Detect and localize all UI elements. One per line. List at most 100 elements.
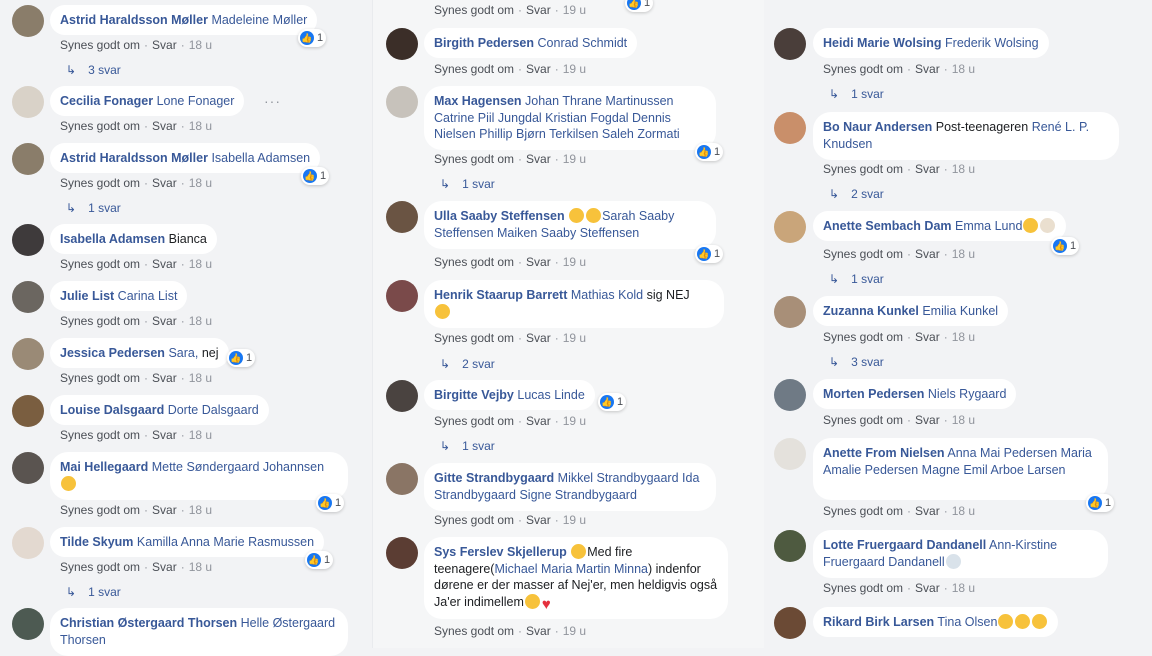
- like-link[interactable]: Synes godt om: [434, 414, 514, 428]
- comment-author[interactable]: Max Hagensen: [434, 94, 522, 108]
- avatar[interactable]: [774, 28, 806, 60]
- comment-author[interactable]: Zuzanna Kunkel: [823, 304, 919, 318]
- reaction-count[interactable]: 👍 1: [1086, 494, 1115, 512]
- like-link[interactable]: Synes godt om: [823, 330, 903, 344]
- comment-author[interactable]: Heidi Marie Wolsing: [823, 36, 942, 50]
- avatar[interactable]: [12, 608, 44, 640]
- comment-author[interactable]: Anette Sembach Dam: [823, 219, 952, 233]
- comment-author[interactable]: Anette From Nielsen: [823, 446, 945, 460]
- tagged-user[interactable]: Conrad Schmidt: [538, 36, 628, 50]
- avatar[interactable]: [774, 296, 806, 328]
- like-link[interactable]: Synes godt om: [60, 119, 140, 133]
- timestamp[interactable]: 18 u: [952, 62, 975, 76]
- tagged-user[interactable]: Kamilla Anna Marie Rasmussen: [137, 535, 314, 549]
- reply-link[interactable]: Svar: [915, 247, 940, 261]
- more-options-icon[interactable]: ···: [264, 93, 281, 109]
- view-replies-link[interactable]: ↳ 1 svar: [440, 177, 495, 191]
- comment-author[interactable]: Lotte Fruergaard Dandanell: [823, 538, 986, 552]
- tagged-user[interactable]: Lucas Linde: [517, 388, 584, 402]
- like-link[interactable]: Synes godt om: [434, 624, 514, 638]
- view-replies-link[interactable]: ↳ 3 svar: [829, 355, 884, 369]
- timestamp[interactable]: 18 u: [952, 247, 975, 261]
- reaction-count[interactable]: 👍 1: [305, 551, 334, 569]
- like-link[interactable]: Synes godt om: [434, 513, 514, 527]
- timestamp[interactable]: 19 u: [563, 624, 586, 638]
- avatar[interactable]: [12, 527, 44, 559]
- like-link[interactable]: Synes godt om: [60, 371, 140, 385]
- reply-link[interactable]: Svar: [526, 414, 551, 428]
- tagged-user[interactable]: Lone Fonager: [157, 94, 235, 108]
- reply-link[interactable]: Svar: [152, 119, 177, 133]
- reply-link[interactable]: Svar: [526, 3, 551, 17]
- avatar[interactable]: [386, 201, 418, 233]
- timestamp[interactable]: 19 u: [563, 513, 586, 527]
- comment-author[interactable]: Gitte Strandbygaard: [434, 471, 554, 485]
- timestamp[interactable]: 18 u: [952, 162, 975, 176]
- timestamp[interactable]: 19 u: [563, 331, 586, 345]
- avatar[interactable]: [774, 607, 806, 639]
- timestamp[interactable]: 18 u: [189, 371, 212, 385]
- tagged-user[interactable]: Carina List: [118, 289, 178, 303]
- like-link[interactable]: Synes godt om: [60, 314, 140, 328]
- comment-author[interactable]: Tilde Skyum: [60, 535, 133, 549]
- like-link[interactable]: Synes godt om: [823, 413, 903, 427]
- comment-author[interactable]: Christian Østergaard Thorsen: [60, 616, 237, 630]
- avatar[interactable]: [386, 380, 418, 412]
- reply-link[interactable]: Svar: [526, 331, 551, 345]
- reaction-count[interactable]: 👍 1: [625, 0, 654, 12]
- tagged-user[interactable]: Frederik Wolsing: [945, 36, 1039, 50]
- view-replies-link[interactable]: ↳ 1 svar: [66, 201, 121, 215]
- avatar[interactable]: [774, 211, 806, 243]
- avatar[interactable]: [386, 28, 418, 60]
- like-link[interactable]: Synes godt om: [434, 152, 514, 166]
- reply-link[interactable]: Svar: [915, 162, 940, 176]
- like-link[interactable]: Synes godt om: [434, 3, 514, 17]
- avatar[interactable]: [12, 224, 44, 256]
- timestamp[interactable]: 19 u: [563, 255, 586, 269]
- comment-author[interactable]: Morten Pedersen: [823, 387, 924, 401]
- view-replies-link[interactable]: ↳ 1 svar: [829, 272, 884, 286]
- timestamp[interactable]: 18 u: [189, 119, 212, 133]
- reply-link[interactable]: Svar: [526, 624, 551, 638]
- reply-link[interactable]: Svar: [915, 413, 940, 427]
- view-replies-link[interactable]: ↳ 3 svar: [66, 63, 121, 77]
- timestamp[interactable]: 19 u: [563, 62, 586, 76]
- avatar[interactable]: [774, 379, 806, 411]
- reaction-count[interactable]: 👍 1: [1051, 237, 1080, 255]
- timestamp[interactable]: 19 u: [563, 3, 586, 17]
- view-replies-link[interactable]: ↳ 1 svar: [829, 87, 884, 101]
- reply-link[interactable]: Svar: [915, 330, 940, 344]
- like-link[interactable]: Synes godt om: [60, 257, 140, 271]
- comment-author[interactable]: Cecilia Fonager: [60, 94, 153, 108]
- like-link[interactable]: Synes godt om: [60, 503, 140, 517]
- tagged-user[interactable]: Sara,: [168, 346, 198, 360]
- avatar[interactable]: [386, 537, 418, 569]
- timestamp[interactable]: 18 u: [189, 176, 212, 190]
- avatar[interactable]: [12, 86, 44, 118]
- like-link[interactable]: Synes godt om: [823, 62, 903, 76]
- timestamp[interactable]: 18 u: [952, 504, 975, 518]
- comment-author[interactable]: Jessica Pedersen: [60, 346, 165, 360]
- timestamp[interactable]: 18 u: [189, 428, 212, 442]
- timestamp[interactable]: 18 u: [952, 413, 975, 427]
- reply-link[interactable]: Svar: [152, 38, 177, 52]
- reply-link[interactable]: Svar: [152, 257, 177, 271]
- like-link[interactable]: Synes godt om: [60, 38, 140, 52]
- avatar[interactable]: [12, 452, 44, 484]
- avatar[interactable]: [12, 395, 44, 427]
- comment-author[interactable]: Astrid Haraldsson Møller: [60, 13, 208, 27]
- reply-link[interactable]: Svar: [526, 255, 551, 269]
- timestamp[interactable]: 18 u: [189, 38, 212, 52]
- reply-link[interactable]: Svar: [152, 314, 177, 328]
- timestamp[interactable]: 18 u: [189, 314, 212, 328]
- comment-author[interactable]: Isabella Adamsen: [60, 232, 165, 246]
- avatar[interactable]: [774, 530, 806, 562]
- reaction-count[interactable]: 👍 1: [598, 393, 627, 411]
- reaction-count[interactable]: 👍 1: [695, 245, 724, 263]
- avatar[interactable]: [12, 281, 44, 313]
- comment-author[interactable]: Astrid Haraldsson Møller: [60, 151, 208, 165]
- avatar[interactable]: [12, 338, 44, 370]
- comment-author[interactable]: Bo Naur Andersen: [823, 120, 932, 134]
- like-link[interactable]: Synes godt om: [823, 504, 903, 518]
- comment-author[interactable]: Ulla Saaby Steffensen: [434, 209, 565, 223]
